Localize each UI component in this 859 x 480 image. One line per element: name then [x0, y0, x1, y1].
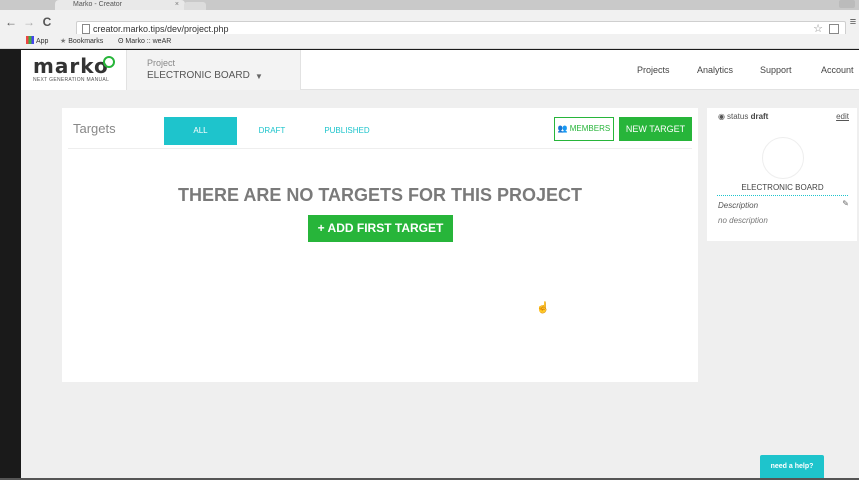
status-line: ◉ status draft [718, 112, 768, 121]
bookmark-marko[interactable]: ʘ Marko :: weAR [118, 36, 171, 47]
browser-tabstrip: Marko - Creator × [0, 0, 859, 10]
forward-icon[interactable]: → [22, 14, 36, 30]
star-icon: ★ [60, 38, 69, 45]
add-first-target-button[interactable]: + ADD FIRST TARGET [308, 215, 453, 242]
reload-icon[interactable]: C [40, 14, 54, 30]
extension-icon[interactable] [829, 24, 839, 34]
project-label: Project [147, 58, 176, 68]
description-text[interactable]: no description [718, 216, 768, 225]
tab-close-icon[interactable]: × [175, 0, 179, 10]
project-info-panel: ◉ status draft edit ELECTRONIC BOARD Desc… [707, 108, 857, 241]
divider [68, 148, 692, 149]
targets-title: Targets [73, 121, 116, 136]
logo-area[interactable]: marko NEXT GENERATION MANUAL [21, 50, 127, 90]
new-tab-button[interactable] [184, 2, 206, 10]
nav-account[interactable]: Account [821, 65, 854, 75]
caret-down-icon: ▼ [255, 72, 263, 81]
hand-cursor-icon: ☝ [536, 302, 550, 314]
window-controls[interactable] [839, 0, 855, 8]
nav-analytics[interactable]: Analytics [697, 65, 733, 75]
browser-menu-icon[interactable]: ≡ [847, 10, 859, 34]
empty-state-message: THERE ARE NO TARGETS FOR THIS PROJECT [177, 185, 583, 205]
tagline: NEXT GENERATION MANUAL [33, 77, 110, 83]
help-button[interactable]: need a help? [760, 455, 824, 478]
tab-draft[interactable]: DRAFT [252, 117, 292, 145]
pencil-icon[interactable]: ✎ [842, 199, 849, 208]
project-avatar[interactable] [762, 137, 804, 179]
page-icon [82, 24, 90, 34]
description-label: Description [718, 201, 759, 210]
logo: marko [33, 54, 109, 78]
app-viewport: marko NEXT GENERATION MANUAL Project ELE… [21, 50, 859, 478]
browser-tab-title: Marko - Creator [73, 1, 123, 8]
members-button[interactable]: 👥 MEMBERS [554, 117, 614, 141]
new-target-button[interactable]: NEW TARGET [619, 117, 692, 141]
eye-icon: ◉ [718, 112, 725, 121]
tab-published[interactable]: PUBLISHED [312, 117, 382, 145]
project-name: ELECTRONIC BOARD [147, 70, 250, 81]
tab-all[interactable]: ALL [164, 117, 237, 145]
bookmark-apps[interactable]: App [26, 36, 48, 47]
status-value: draft [750, 112, 769, 121]
status-label: status [726, 112, 749, 121]
members-label: MEMBERS [569, 124, 611, 133]
bookmark-bookmarks[interactable]: ★ Bookmarks [60, 36, 103, 47]
project-selector[interactable]: Project ELECTRONIC BOARD ▼ [127, 50, 301, 90]
users-icon: 👥 [557, 124, 568, 133]
edit-link[interactable]: edit [836, 112, 849, 121]
apps-icon [26, 36, 34, 44]
targets-panel: Targets ALL DRAFT PUBLISHED 👥 MEMBERS NEW… [62, 108, 698, 382]
nav-support[interactable]: Support [760, 65, 792, 75]
bookmarks-bar: App ★ Bookmarks ʘ Marko :: weAR [0, 34, 859, 49]
app-topbar: marko NEXT GENERATION MANUAL Project ELE… [21, 50, 859, 90]
logo-mark-icon [103, 56, 115, 68]
back-icon[interactable]: ← [4, 14, 18, 30]
browser-tab[interactable]: Marko - Creator × [55, 0, 185, 10]
nav-projects[interactable]: Projects [637, 65, 670, 75]
project-title[interactable]: ELECTRONIC BOARD [717, 183, 848, 196]
